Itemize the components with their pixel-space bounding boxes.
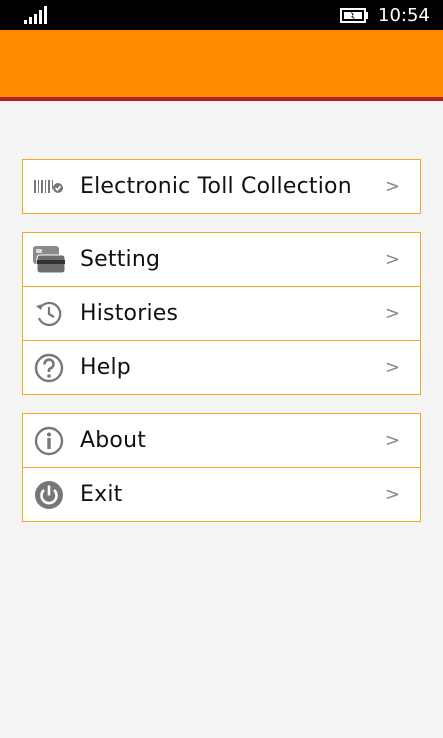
menu-item-label: Exit xyxy=(80,482,123,507)
menu-item-label: Setting xyxy=(80,247,161,272)
help-icon xyxy=(32,351,66,385)
menu-item-help[interactable]: Help > xyxy=(22,340,421,395)
power-icon xyxy=(32,478,66,512)
signal-strength-icon xyxy=(24,6,47,24)
menu-item-label: Help xyxy=(80,355,131,380)
info-icon xyxy=(32,424,66,458)
barcode-icon xyxy=(32,170,66,204)
menu-item-exit[interactable]: Exit > xyxy=(22,467,421,522)
status-bar: 10:54 xyxy=(0,0,443,30)
menu-item-histories[interactable]: Histories > xyxy=(22,286,421,341)
menu-group-main: Setting > Histories > Help > xyxy=(22,232,421,395)
menu-item-label: Histories xyxy=(80,301,179,326)
menu-group-app: About > Exit > xyxy=(22,413,421,522)
chevron-right-icon: > xyxy=(384,484,400,505)
cards-icon xyxy=(32,243,66,277)
chevron-right-icon: > xyxy=(384,176,400,197)
app-header xyxy=(0,30,443,97)
header-divider xyxy=(0,97,443,101)
menu-group-toll: Electronic Toll Collection > xyxy=(22,159,421,214)
chevron-right-icon: > xyxy=(384,303,400,324)
chevron-right-icon: > xyxy=(384,430,400,451)
menu-item-about[interactable]: About > xyxy=(22,413,421,468)
menu-item-label: About xyxy=(80,428,147,453)
clock: 10:54 xyxy=(378,5,430,26)
menu-item-electronic-toll-collection[interactable]: Electronic Toll Collection > xyxy=(22,159,421,214)
menu-item-label: Electronic Toll Collection xyxy=(80,174,352,199)
battery-charging-icon xyxy=(340,8,368,23)
menu-item-setting[interactable]: Setting > xyxy=(22,232,421,287)
chevron-right-icon: > xyxy=(384,249,400,270)
chevron-right-icon: > xyxy=(384,357,400,378)
history-icon xyxy=(32,297,66,331)
